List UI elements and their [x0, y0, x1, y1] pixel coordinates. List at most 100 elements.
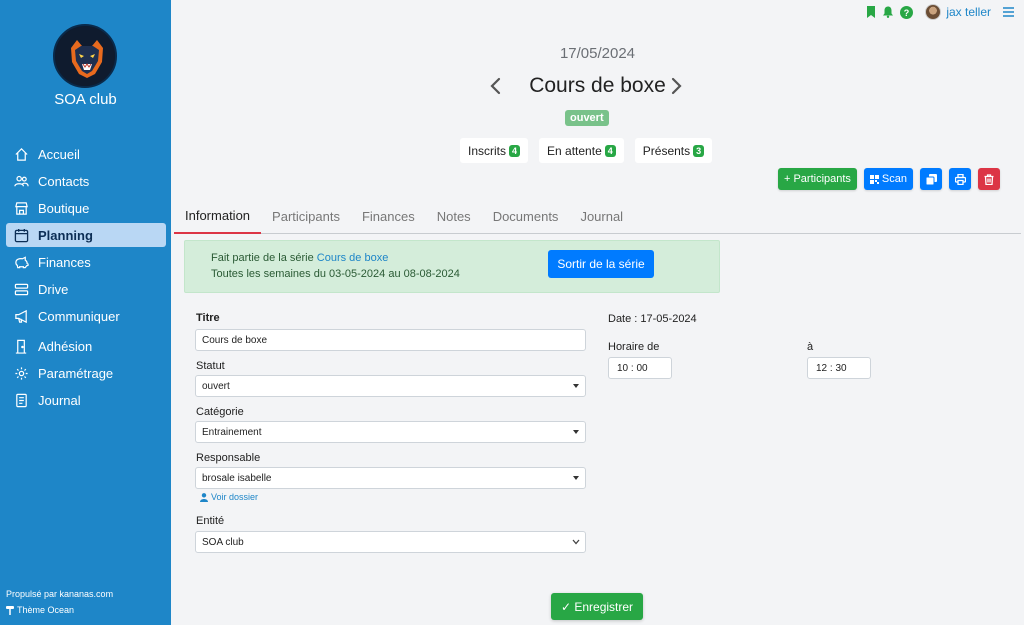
horaire-label: Horaire de — [608, 341, 660, 353]
sidebar-item-adhesion[interactable]: Adhésion — [6, 334, 166, 358]
end-time-label: à — [807, 341, 814, 353]
sidebar: SOA club Accueil Contacts Boutique Plann… — [0, 0, 171, 625]
megaphone-icon — [13, 308, 30, 325]
tab-bar: Information Participants Finances Notes … — [174, 199, 1021, 234]
tab-notes[interactable]: Notes — [426, 199, 482, 234]
copy-icon — [925, 173, 937, 185]
series-schedule: Toutes les semaines du 03-05-2024 au 08-… — [211, 268, 460, 280]
end-time-input[interactable]: 12 : 30 — [807, 357, 871, 379]
categorie-label: Catégorie — [196, 406, 244, 418]
sidebar-item-label: Boutique — [38, 200, 90, 216]
user-name-link[interactable]: jax teller — [946, 5, 991, 19]
series-info: Fait partie de la série Cours de boxe — [211, 252, 388, 264]
piggy-bank-icon — [13, 254, 30, 271]
series-prefix: Fait partie de la série — [211, 252, 317, 264]
sidebar-item-journal[interactable]: Journal — [6, 388, 166, 412]
titre-input[interactable]: Cours de boxe — [195, 329, 586, 351]
series-link[interactable]: Cours de boxe — [317, 252, 389, 264]
responsable-label: Responsable — [196, 452, 261, 464]
tab-finances[interactable]: Finances — [351, 199, 426, 234]
delete-button[interactable] — [978, 168, 1000, 190]
count-en-attente[interactable]: En attente 4 — [539, 138, 624, 163]
chevron-left-icon — [489, 77, 501, 95]
sidebar-item-label: Adhésion — [38, 338, 93, 354]
scan-button[interactable]: Scan — [863, 168, 913, 190]
calendar-icon — [13, 227, 30, 244]
sidebar-item-contacts[interactable]: Contacts — [6, 169, 166, 193]
count-presents[interactable]: Présents 3 — [634, 138, 713, 163]
tab-information[interactable]: Information — [174, 199, 262, 234]
leave-series-button[interactable]: Sortir de la série — [548, 250, 654, 278]
caret-down-icon — [573, 384, 579, 388]
save-button[interactable]: ✓ Enregistrer — [551, 593, 643, 620]
topbar: ? jax teller — [860, 4, 1014, 20]
caret-down-icon — [573, 430, 579, 434]
categorie-value: Entrainement — [202, 426, 262, 438]
series-banner: Fait partie de la série Cours de boxe To… — [184, 240, 720, 293]
paint-roller-icon — [6, 605, 14, 615]
bell-icon[interactable] — [882, 6, 894, 18]
journal-icon — [13, 392, 30, 409]
tab-participants[interactable]: Participants — [261, 199, 351, 234]
chevron-right-icon — [671, 77, 683, 95]
caret-down-icon — [573, 476, 579, 480]
event-date: 17/05/2024 — [559, 45, 636, 62]
avatar[interactable] — [925, 4, 942, 20]
count-label: Présents — [642, 143, 691, 158]
sidebar-item-finances[interactable]: Finances — [6, 250, 166, 274]
sidebar-item-label: Finances — [38, 254, 91, 270]
powered-by-link[interactable]: Propulsé par kananas.com — [6, 586, 113, 602]
count-badge: 3 — [693, 144, 705, 157]
chevron-down-icon — [572, 537, 580, 547]
tab-documents[interactable]: Documents — [482, 199, 570, 234]
event-title-row: Cours de boxe — [171, 74, 1024, 98]
sidebar-nav: Accueil Contacts Boutique Planning Finan… — [6, 142, 166, 415]
sidebar-item-planning[interactable]: Planning — [6, 223, 166, 247]
statut-select[interactable]: ouvert — [195, 375, 586, 397]
event-date-label: Date : 17-05-2024 — [608, 313, 697, 325]
drive-icon — [13, 281, 30, 298]
previous-event-button[interactable] — [486, 74, 504, 98]
door-icon — [13, 338, 30, 355]
printer-icon — [954, 173, 966, 185]
duplicate-button[interactable] — [920, 168, 942, 190]
count-badge: 4 — [509, 144, 521, 157]
qr-code-icon — [869, 174, 879, 184]
sidebar-item-label: Accueil — [38, 146, 80, 162]
help-icon[interactable]: ? — [900, 5, 914, 19]
sidebar-item-accueil[interactable]: Accueil — [6, 142, 166, 166]
count-label: En attente — [547, 143, 602, 158]
tab-journal[interactable]: Journal — [569, 199, 634, 234]
next-event-button[interactable] — [668, 74, 686, 98]
sidebar-item-drive[interactable]: Drive — [6, 277, 166, 301]
sidebar-item-parametrage[interactable]: Paramétrage — [6, 361, 166, 385]
sidebar-item-label: Paramétrage — [38, 365, 114, 381]
bookmark-icon[interactable] — [866, 6, 876, 18]
users-icon — [13, 173, 30, 190]
start-time-input[interactable]: 10 : 00 — [608, 357, 672, 379]
gear-icon — [13, 365, 30, 382]
voir-dossier-link[interactable]: Voir dossier — [200, 492, 258, 502]
page-title: Cours de boxe — [529, 74, 666, 97]
status-badge: ouvert — [565, 110, 609, 126]
sidebar-item-label: Contacts — [38, 173, 90, 189]
count-label: Inscrits — [468, 143, 507, 158]
titre-label: Titre — [196, 312, 220, 324]
add-participants-button[interactable]: + Participants — [777, 168, 857, 190]
sidebar-item-label: Communiquer — [38, 308, 120, 324]
print-button[interactable] — [949, 168, 971, 190]
sidebar-item-boutique[interactable]: Boutique — [6, 196, 166, 220]
sidebar-item-label: Drive — [38, 281, 69, 297]
theme-switch[interactable]: Thème Ocean — [6, 602, 113, 618]
entite-label: Entité — [196, 515, 225, 527]
club-logo[interactable] — [53, 24, 117, 88]
sidebar-footer: Propulsé par kananas.com Thème Ocean — [6, 586, 113, 618]
count-inscrits[interactable]: Inscrits 4 — [460, 138, 529, 163]
user-icon — [200, 492, 208, 502]
home-icon — [13, 146, 30, 163]
responsable-select[interactable]: brosale isabelle — [195, 467, 586, 489]
entite-select[interactable]: SOA club — [195, 531, 586, 553]
categorie-select[interactable]: Entrainement — [195, 421, 586, 443]
sidebar-item-communiquer[interactable]: Communiquer — [6, 304, 166, 328]
hamburger-menu-icon[interactable] — [1003, 7, 1014, 17]
